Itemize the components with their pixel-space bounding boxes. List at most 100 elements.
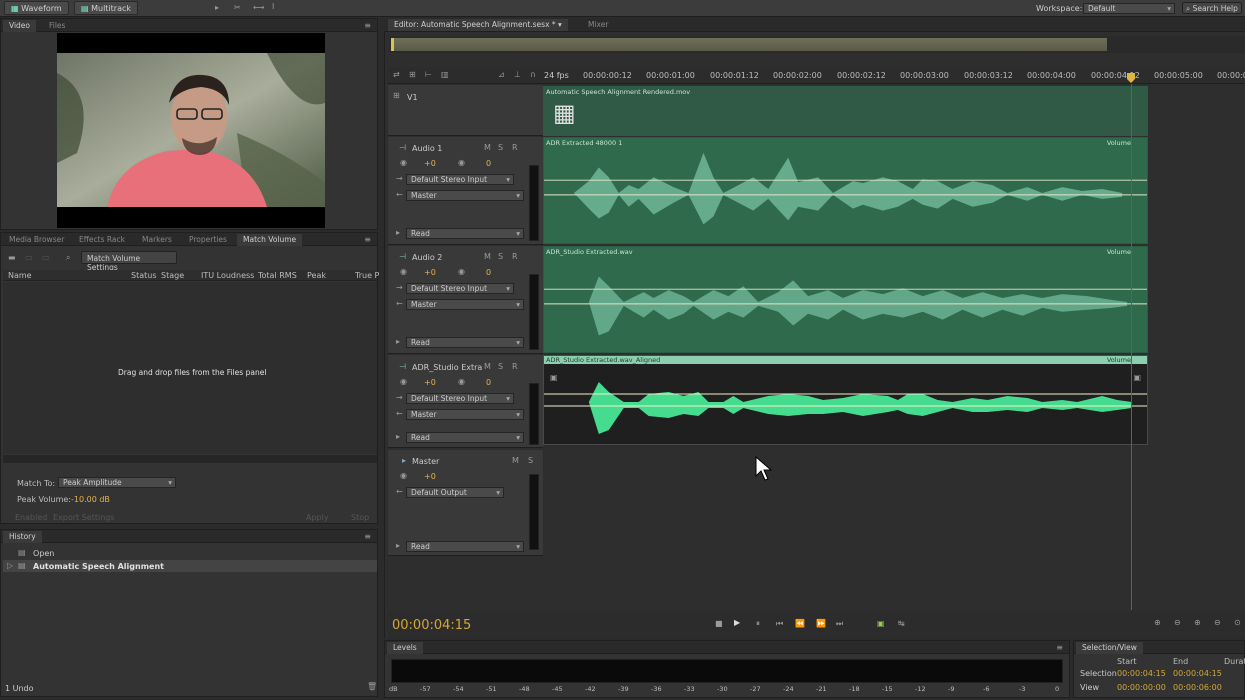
volume-value[interactable]: +0 [424,472,436,481]
match-to-select[interactable]: Peak Amplitude [58,477,176,488]
col-stage[interactable]: Stage [161,271,184,280]
col-name[interactable]: Name [8,271,32,280]
folder-icon[interactable]: ▬ [8,254,16,262]
peak-volume-value[interactable]: -10.00 dB [71,495,110,504]
expand-icon[interactable]: ▸ [396,338,400,346]
panel-menu-icon[interactable]: ≡ [364,533,371,541]
play-icon[interactable]: ▶ [734,619,740,627]
search-help-button[interactable]: ⌕ Search Help [1182,2,1242,14]
expand-icon[interactable]: ▸ [396,433,400,441]
tab-editor[interactable]: Editor: Automatic Speech Alignment.sesx … [388,19,568,31]
automation-mode-select[interactable]: Read [406,337,524,348]
history-item[interactable]: ▷ ▤ Automatic Speech Alignment [3,560,377,572]
track-name[interactable]: ADR_Studio Extra [412,363,482,372]
selection-end[interactable]: 00:00:04:15 [1173,669,1222,678]
volume-value[interactable]: +0 [424,378,436,387]
volume-knob-icon[interactable]: ◉ [400,378,407,386]
move-tool-icon[interactable]: ▸ [215,4,219,12]
bus-icon[interactable]: ⊢ [425,71,432,79]
remove-icon[interactable]: ▭ [25,254,33,262]
mute-icon[interactable]: M [484,144,491,152]
col-peak[interactable]: Peak [307,271,326,280]
go-to-end-icon[interactable]: ⏭ [836,620,843,628]
col-status[interactable]: Status [131,271,157,280]
tab-levels[interactable]: Levels [387,642,423,654]
snap-icon[interactable]: ⇄ [393,71,400,79]
apply-button[interactable]: Apply [306,513,329,522]
overview-bar[interactable] [389,36,1245,53]
volume-knob-icon[interactable]: ◉ [400,472,407,480]
current-time-display[interactable]: 00:00:04:15 [392,618,471,633]
zoom-in-amplitude-icon[interactable]: ⊕ [1154,619,1161,627]
tab-properties[interactable]: Properties [183,234,233,246]
tab-files[interactable]: Files [43,20,71,32]
automation-mode-select[interactable]: Read [406,541,524,552]
pan-value[interactable]: 0 [486,159,491,168]
tab-effects-rack[interactable]: Effects Rack [73,234,131,246]
headphones-icon[interactable]: ∩ [530,71,536,79]
stop-icon[interactable]: ■ [715,620,723,628]
tab-selection-view[interactable]: Selection/View [1076,642,1143,654]
workspace-select[interactable]: Default [1083,3,1175,14]
track-name[interactable]: Audio 1 [412,144,442,153]
waveform-button[interactable]: ▦ Waveform [4,1,69,15]
zoom-out-amplitude-icon[interactable]: ⊖ [1174,619,1181,627]
panel-menu-icon[interactable]: ≡ [364,236,371,244]
multitrack-icon[interactable]: ⊞ [409,71,416,79]
volume-envelope-label[interactable]: Volume [1107,356,1131,364]
rewind-icon[interactable]: ⏪ [795,620,805,628]
output-select[interactable]: Master [406,409,524,420]
metronome-icon[interactable]: ⊿ [498,71,505,79]
record-arm-icon[interactable]: ⊥ [514,71,521,79]
record-icon[interactable]: R [512,363,518,371]
razor-tool-icon[interactable]: ✂ [234,4,241,12]
loop-icon[interactable]: ▣ [877,620,885,628]
record-icon[interactable]: R [512,144,518,152]
col-itu-loudness[interactable]: ITU Loudness [201,271,254,280]
history-item[interactable]: ▤ Open [3,547,377,559]
solo-icon[interactable]: S [498,144,503,152]
drop-area[interactable]: Drag and drop files from the Files panel [3,282,377,454]
mute-icon[interactable]: M [484,253,491,261]
mute-icon[interactable]: M [484,363,491,371]
pan-knob-icon[interactable]: ◉ [458,159,465,167]
output-select[interactable]: Default Output [406,487,504,498]
solo-icon[interactable]: S [498,363,503,371]
output-select[interactable]: Master [406,299,524,310]
panel-menu-icon[interactable]: ≡ [1056,644,1063,652]
timeline-ruler[interactable]: ⇄ ⊞ ⊢ ▥ ⊿ ⊥ ∩ 24 fps 00:00:00:12 00:00:0… [388,67,1245,84]
enabled-label[interactable]: Enabled [15,513,47,522]
input-select[interactable]: Default Stereo Input [406,174,514,185]
track-name[interactable]: Audio 2 [412,253,442,262]
volume-knob-icon[interactable]: ◉ [400,268,407,276]
meter-icon[interactable]: ▥ [441,71,449,79]
export-settings-button[interactable]: Export Settings [53,513,115,522]
tab-media-browser[interactable]: Media Browser [3,234,70,246]
col-true-peak[interactable]: True P [355,271,379,280]
pause-icon[interactable]: ⏸ [756,620,760,628]
go-to-start-icon[interactable]: ⏮ [776,620,783,628]
record-icon[interactable]: R [512,253,518,261]
pan-knob-icon[interactable]: ◉ [458,378,465,386]
fast-forward-icon[interactable]: ⏩ [816,620,826,628]
volume-value[interactable]: +0 [424,159,436,168]
pan-value[interactable]: 0 [486,378,491,387]
automation-mode-select[interactable]: Read [406,432,524,443]
overview-range[interactable] [391,38,1107,51]
volume-knob-icon[interactable]: ◉ [400,159,407,167]
solo-icon[interactable]: S [528,457,533,465]
view-end[interactable]: 00:00:06:00 [1173,683,1222,692]
output-select[interactable]: Master [406,190,524,201]
time-selection-icon[interactable]: I [272,3,274,11]
view-start[interactable]: 00:00:00:00 [1117,683,1166,692]
tab-markers[interactable]: Markers [136,234,178,246]
trash-icon[interactable]: 🗑 [367,683,377,691]
automation-mode-select[interactable]: Read [406,228,524,239]
skip-icon[interactable]: ↹ [898,620,905,628]
mute-icon[interactable]: M [512,457,519,465]
pan-knob-icon[interactable]: ◉ [458,268,465,276]
solo-icon[interactable]: S [498,253,503,261]
tab-history[interactable]: History [3,531,42,543]
zoom-in-time-icon[interactable]: ⊕ [1194,619,1201,627]
pan-value[interactable]: 0 [486,268,491,277]
